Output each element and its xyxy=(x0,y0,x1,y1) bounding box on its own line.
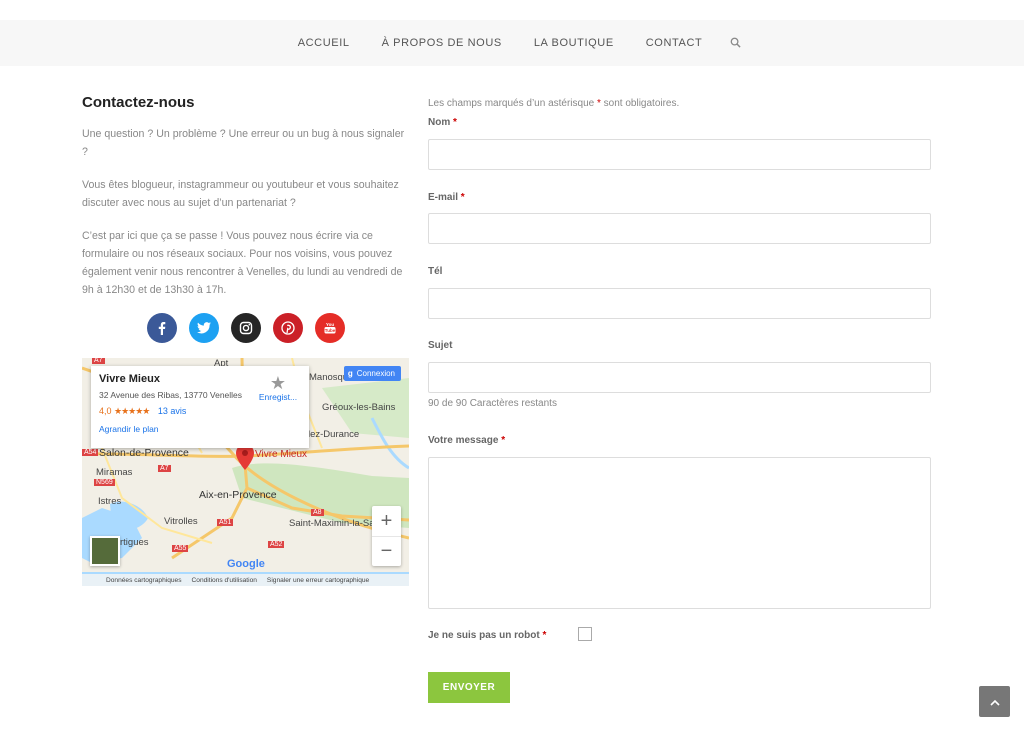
road-a8: A8 xyxy=(311,509,324,516)
google-logo: Google xyxy=(227,558,265,570)
scroll-to-top-button[interactable] xyxy=(979,686,1010,717)
google-map[interactable]: Apt Manosque Gréoux-les-Bains lez-Duranc… xyxy=(82,358,409,586)
search-icon[interactable] xyxy=(730,37,742,49)
rating-stars-icon: ★★★★★ xyxy=(114,406,150,416)
nav-contact[interactable]: CONTACT xyxy=(646,37,703,49)
sujet-field[interactable] xyxy=(428,362,931,393)
map-data-link[interactable]: Données cartographiques xyxy=(106,577,182,584)
message-label: Votre message * xyxy=(428,435,506,446)
intro-paragraph-3: C’est par ici que ça se passe ! Vous pou… xyxy=(82,230,403,296)
road-n569: N569 xyxy=(94,479,115,486)
road-a55: A55 xyxy=(172,545,189,552)
required-note: Les champs marqués d’un astérisque * son… xyxy=(428,98,680,109)
reviews-link[interactable]: 13 avis xyxy=(158,406,187,416)
zoom-controls: + − xyxy=(372,506,401,566)
road-a7: A7 xyxy=(158,465,171,472)
map-label-greoux: Gréoux-les-Bains xyxy=(322,402,396,413)
intro-paragraph-2: Vous êtes blogueur, instagrammeur ou you… xyxy=(82,179,399,209)
tel-field[interactable] xyxy=(428,288,931,319)
nav-a-propos[interactable]: À PROPOS DE NOUS xyxy=(382,37,502,49)
email-field[interactable] xyxy=(428,213,931,244)
enlarge-map-link[interactable]: Agrandir le plan xyxy=(99,424,301,434)
nav-boutique[interactable]: LA BOUTIQUE xyxy=(534,37,614,49)
contact-intro: Contactez-nous Une question ? Un problèm… xyxy=(82,94,409,314)
road-a51: A51 xyxy=(217,519,234,526)
facebook-icon[interactable] xyxy=(147,313,177,343)
twitter-icon[interactable] xyxy=(189,313,219,343)
svg-text:You: You xyxy=(326,322,334,327)
map-pin-icon[interactable] xyxy=(236,444,254,475)
svg-text:Tube: Tube xyxy=(325,328,336,333)
email-label: E-mail * xyxy=(428,192,465,203)
terms-link[interactable]: Conditions d'utilisation xyxy=(192,577,257,584)
map-label-stmax: Saint-Maximin-la-Sai xyxy=(289,518,377,529)
character-counter: 90 de 90 Caractères restants xyxy=(428,398,557,409)
message-field[interactable] xyxy=(428,457,931,609)
nav-accueil[interactable]: ACCUEIL xyxy=(298,37,350,49)
instagram-icon[interactable] xyxy=(231,313,261,343)
youtube-icon[interactable]: You Tube xyxy=(315,313,345,343)
contact-form: Les champs marqués d’un astérisque * son… xyxy=(428,98,931,109)
place-info-card: Vivre Mieux 32 Avenue des Ribas, 13770 V… xyxy=(91,366,309,448)
robot-label: Je ne suis pas un robot * xyxy=(428,630,547,641)
zoom-out-button[interactable]: − xyxy=(372,536,401,566)
rating-value: 4,0 xyxy=(99,406,112,416)
map-attribution: Données cartographiques Conditions d'uti… xyxy=(82,574,409,586)
map-label-salon: Salon-de-Provence xyxy=(99,447,189,459)
pinterest-icon[interactable] xyxy=(273,313,303,343)
map-label-martigues: rtigues xyxy=(120,537,149,548)
google-login-button[interactable]: g Connexion xyxy=(343,366,401,381)
star-icon: ★ xyxy=(269,373,287,393)
intro-paragraph-1: Une question ? Un problème ? Une erreur … xyxy=(82,128,405,158)
place-rating: 4,0 ★★★★★ 13 avis xyxy=(99,406,301,417)
road-a52: A52 xyxy=(268,541,285,548)
map-label-vitrolles: Vitrolles xyxy=(164,516,198,527)
map-label-istres: Istres xyxy=(98,496,122,507)
zoom-in-button[interactable]: + xyxy=(372,506,401,536)
road-a54: A54 xyxy=(82,449,99,456)
page-title: Contactez-nous xyxy=(82,94,195,111)
tel-label: Tél xyxy=(428,266,443,277)
robot-checkbox[interactable] xyxy=(578,627,592,641)
nom-field[interactable] xyxy=(428,139,931,170)
chevron-up-icon xyxy=(989,693,1000,711)
satellite-view-toggle[interactable] xyxy=(90,536,120,566)
road-a7-north: A7 xyxy=(92,358,105,364)
social-links: You Tube xyxy=(147,313,345,343)
sujet-label: Sujet xyxy=(428,340,453,351)
map-label-miramas: Miramas xyxy=(96,467,133,478)
map-label-aix: Aix-en-Provence xyxy=(199,489,277,501)
google-plus-icon: g xyxy=(347,369,353,378)
map-label-durance: lez-Durance xyxy=(308,429,360,440)
nom-label: Nom * xyxy=(428,117,457,128)
submit-button[interactable]: ENVOYER xyxy=(428,672,510,703)
main-menu: ACCUEIL À PROPOS DE NOUS LA BOUTIQUE CON… xyxy=(0,20,1024,66)
login-label: Connexion xyxy=(356,369,395,378)
report-error-link[interactable]: Signaler une erreur cartographique xyxy=(267,577,369,584)
save-place-button[interactable]: ★ Enregist... xyxy=(257,374,299,402)
save-label: Enregist... xyxy=(258,392,298,402)
map-pin-label: Vivre Mieux xyxy=(255,449,308,460)
